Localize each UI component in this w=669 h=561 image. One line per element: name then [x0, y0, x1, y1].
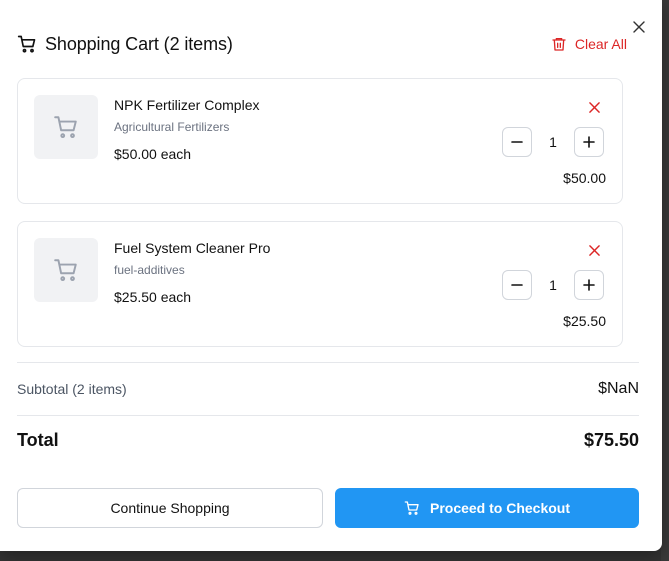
- subtotal-value: $NaN: [598, 380, 639, 397]
- minus-icon: [511, 141, 523, 143]
- total-row: Total $75.50: [17, 430, 639, 451]
- shopping-cart-modal: Shopping Cart (2 items) Clear All NPK Fe…: [0, 0, 662, 551]
- increase-quantity-button[interactable]: [574, 127, 604, 157]
- subtotal-label: Subtotal (2 items): [17, 381, 127, 397]
- decrease-quantity-button[interactable]: [502, 127, 532, 157]
- cart-icon: [17, 35, 36, 53]
- page-title: Shopping Cart (2 items): [45, 33, 233, 54]
- product-thumbnail: [34, 238, 98, 302]
- minus-icon: [511, 284, 523, 286]
- backdrop-edge: [661, 0, 669, 561]
- quantity-value: 1: [549, 277, 557, 293]
- quantity-stepper: 1: [502, 127, 604, 157]
- remove-item-button[interactable]: [586, 242, 602, 258]
- plus-icon: [583, 279, 595, 291]
- x-icon: [588, 244, 600, 256]
- quantity-value: 1: [549, 134, 557, 150]
- continue-shopping-button[interactable]: Continue Shopping: [17, 488, 323, 528]
- checkout-label: Proceed to Checkout: [429, 500, 571, 516]
- trash-icon: [552, 38, 566, 51]
- x-icon: [588, 101, 600, 113]
- cart-header: Shopping Cart (2 items) Clear All: [17, 30, 637, 58]
- unit-price: $50.00 each: [114, 146, 192, 162]
- cart-icon: [54, 116, 77, 139]
- total-value: $75.50: [583, 430, 639, 450]
- subtotal-row: Subtotal (2 items) $NaN: [17, 380, 639, 398]
- total-label: Total: [17, 430, 59, 450]
- product-category: fuel-additives: [114, 263, 185, 277]
- cart-item: NPK Fertilizer Complex Agricultural Fert…: [17, 78, 623, 204]
- product-name: Fuel System Cleaner Pro: [114, 240, 271, 256]
- decrease-quantity-button[interactable]: [502, 270, 532, 300]
- unit-price: $25.50 each: [114, 289, 192, 305]
- cart-icon: [404, 501, 419, 515]
- title-group: Shopping Cart (2 items): [17, 34, 233, 55]
- continue-shopping-label: Continue Shopping: [110, 500, 230, 516]
- divider: [17, 362, 639, 363]
- line-total: $25.50: [563, 313, 606, 329]
- increase-quantity-button[interactable]: [574, 270, 604, 300]
- cart-icon: [54, 259, 77, 282]
- divider: [17, 415, 639, 416]
- cart-items-list: NPK Fertilizer Complex Agricultural Fert…: [17, 78, 623, 364]
- checkout-button[interactable]: Proceed to Checkout: [335, 488, 639, 528]
- line-total: $50.00: [563, 170, 606, 186]
- product-name: NPK Fertilizer Complex: [114, 97, 260, 113]
- product-category: Agricultural Fertilizers: [114, 120, 230, 134]
- product-thumbnail: [34, 95, 98, 159]
- plus-icon: [583, 136, 595, 148]
- remove-item-button[interactable]: [586, 99, 602, 115]
- clear-all-button[interactable]: Clear All: [551, 36, 637, 52]
- quantity-stepper: 1: [502, 270, 604, 300]
- cart-item: Fuel System Cleaner Pro fuel-additives $…: [17, 221, 623, 347]
- clear-all-label: Clear All: [574, 36, 627, 52]
